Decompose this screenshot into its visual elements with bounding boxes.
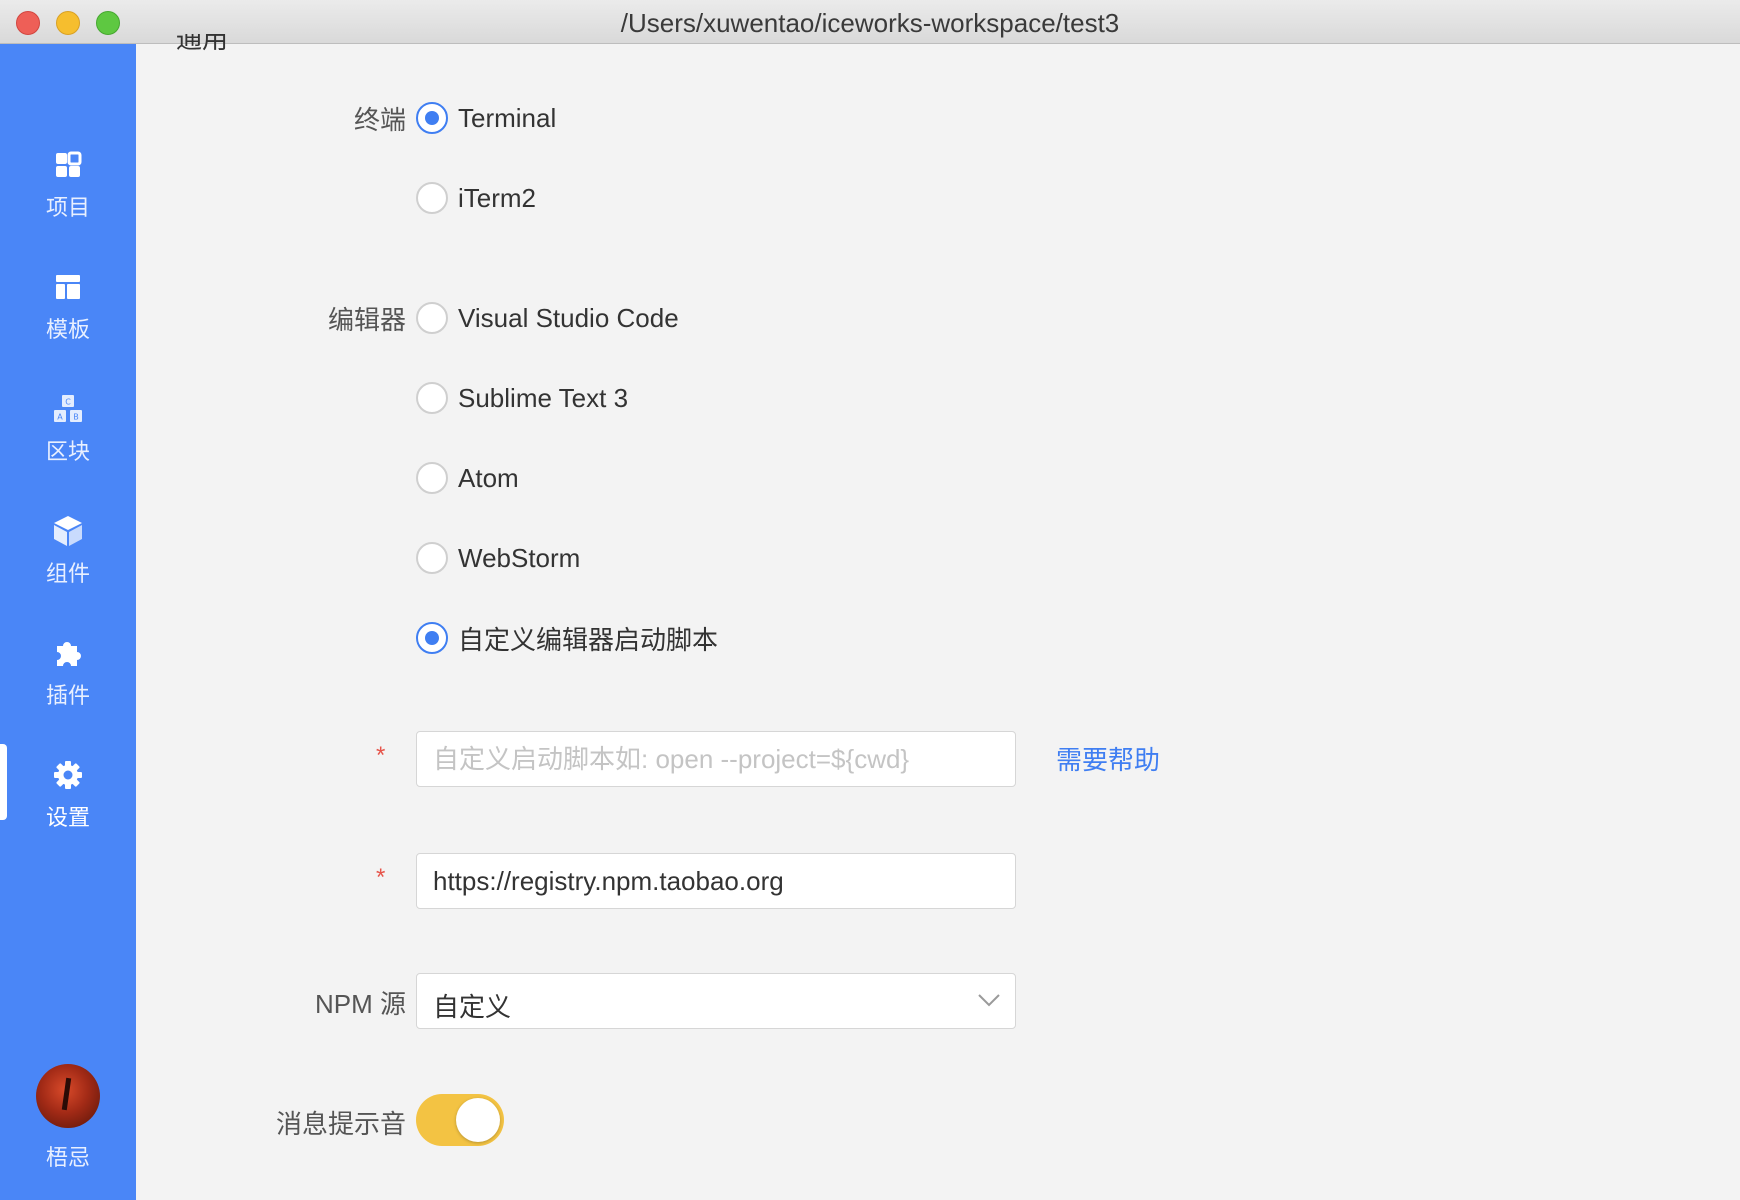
npm-source-value: 自定义	[433, 992, 512, 1022]
sidebar-item-label: 模板	[45, 317, 90, 342]
radio-vscode[interactable]: Visual Studio Code	[416, 298, 679, 338]
radio-label: iTerm2	[458, 182, 537, 213]
radio-button[interactable]	[416, 382, 448, 414]
window-title: /Users/xuwentao/iceworks-workspace/test3	[620, 8, 1120, 38]
gear-icon	[54, 761, 82, 789]
editor-label: 编辑器	[327, 305, 406, 335]
sidebar-item-label: 组件	[45, 561, 90, 586]
sidebar: 项目 模板 C A B 区块 组件 插件 设置 梧忌	[0, 44, 136, 1200]
blocks-abc-icon: C A B	[54, 395, 82, 422]
notification-sound-label: 消息提示音	[275, 1109, 406, 1139]
custom-script-input[interactable]	[416, 731, 1016, 787]
radio-button[interactable]	[416, 462, 448, 494]
radio-label: Sublime Text 3	[458, 382, 629, 413]
radio-label: WebStorm	[458, 542, 581, 573]
sidebar-item-label: 设置	[45, 805, 90, 830]
radio-button[interactable]	[416, 302, 448, 334]
svg-text:B: B	[73, 413, 79, 422]
grid-icon	[56, 151, 82, 177]
radio-label: Atom	[458, 462, 519, 493]
section-title: 通用	[176, 34, 229, 54]
notification-sound-toggle[interactable]	[416, 1094, 504, 1146]
sidebar-item-blocks[interactable]: C A B 区块	[0, 378, 136, 488]
cube-icon	[54, 516, 82, 546]
puzzle-icon	[57, 642, 81, 666]
radio-sublime[interactable]: Sublime Text 3	[416, 378, 628, 418]
radio-custom-script[interactable]: 自定义编辑器启动脚本	[416, 618, 718, 658]
help-link[interactable]: 需要帮助	[1056, 740, 1160, 777]
terminal-label: 终端	[353, 105, 406, 135]
user-name: 梧忌	[45, 1145, 90, 1170]
npm-source-select[interactable]: 自定义	[416, 973, 1016, 1029]
title-bar: /Users/xuwentao/iceworks-workspace/test3	[0, 0, 1740, 44]
sidebar-item-plugins[interactable]: 插件	[0, 622, 136, 732]
registry-url-input[interactable]	[416, 853, 1016, 909]
avatar[interactable]	[36, 1064, 100, 1128]
layout-icon	[56, 275, 80, 299]
radio-label: Terminal	[458, 102, 557, 133]
radio-atom[interactable]: Atom	[416, 458, 519, 498]
radio-terminal[interactable]: Terminal	[416, 98, 556, 138]
radio-button[interactable]	[416, 542, 448, 574]
sidebar-item-templates[interactable]: 模板	[0, 256, 136, 366]
sidebar-item-projects[interactable]: 项目	[0, 134, 136, 244]
required-mark: *	[376, 742, 386, 769]
chevron-down-icon	[978, 994, 1000, 1007]
sidebar-item-label: 插件	[45, 683, 90, 708]
required-mark: *	[376, 864, 386, 891]
settings-panel: 通用 终端 Terminal iTerm2 编辑器 Visual Studio …	[136, 34, 1740, 1200]
radio-button[interactable]	[416, 182, 448, 214]
radio-iterm2[interactable]: iTerm2	[416, 178, 536, 218]
radio-button[interactable]	[416, 102, 448, 134]
npm-source-label: NPM 源	[314, 989, 406, 1019]
radio-webstorm[interactable]: WebStorm	[416, 538, 580, 578]
toggle-knob	[456, 1098, 500, 1142]
radio-label: Visual Studio Code	[458, 302, 679, 333]
sidebar-item-label: 区块	[45, 439, 90, 464]
radio-label: 自定义编辑器启动脚本	[458, 624, 719, 655]
sidebar-item-settings[interactable]: 设置	[0, 744, 136, 854]
sidebar-item-label: 项目	[45, 195, 90, 220]
svg-text:C: C	[65, 398, 71, 407]
active-nav-indicator	[0, 744, 7, 820]
radio-button[interactable]	[416, 622, 448, 654]
svg-text:A: A	[57, 413, 63, 422]
sidebar-item-components[interactable]: 组件	[0, 500, 136, 610]
